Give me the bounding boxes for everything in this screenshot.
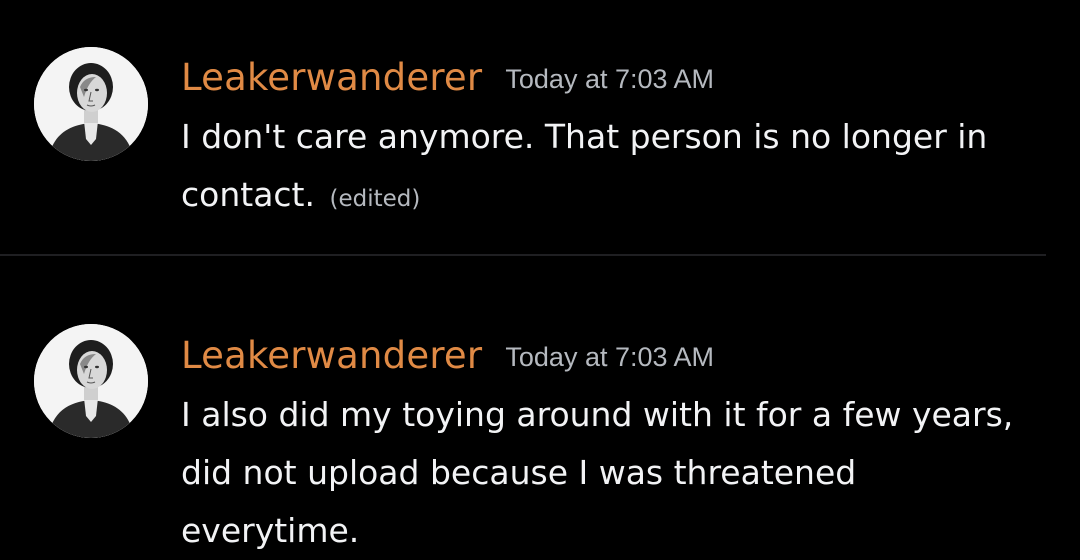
message-header: Leakerwanderer Today at 7:03 AM (181, 56, 714, 99)
portrait-icon (34, 47, 148, 161)
message[interactable]: Leakerwanderer Today at 7:03 AM I also d… (0, 258, 1080, 560)
message-text-line: I also did my toying around with it for … (181, 395, 1014, 434)
chat-log: Leakerwanderer Today at 7:03 AM I don't … (0, 0, 1080, 560)
username[interactable]: Leakerwanderer (181, 56, 482, 99)
message-content: I don't care anymore. That person is no … (181, 108, 1051, 228)
message-text: contact. (181, 175, 315, 214)
message-text-line: did not upload because I was threatened (181, 453, 857, 492)
avatar[interactable] (34, 47, 148, 161)
message-text-line: I don't care anymore. That person is no … (181, 117, 988, 156)
avatar[interactable] (34, 324, 148, 438)
message-text-line: contact. (edited) (181, 166, 1051, 228)
username[interactable]: Leakerwanderer (181, 334, 482, 377)
timestamp[interactable]: Today at 7:03 AM (505, 342, 714, 372)
timestamp[interactable]: Today at 7:03 AM (505, 64, 714, 94)
message[interactable]: Leakerwanderer Today at 7:03 AM I don't … (0, 0, 1080, 250)
message-text-line: everytime. (181, 511, 360, 550)
portrait-icon (34, 324, 148, 438)
message-content: I also did my toying around with it for … (181, 386, 1051, 560)
edited-label: (edited) (329, 186, 421, 212)
message-divider (0, 254, 1046, 256)
message-header: Leakerwanderer Today at 7:03 AM (181, 334, 714, 377)
